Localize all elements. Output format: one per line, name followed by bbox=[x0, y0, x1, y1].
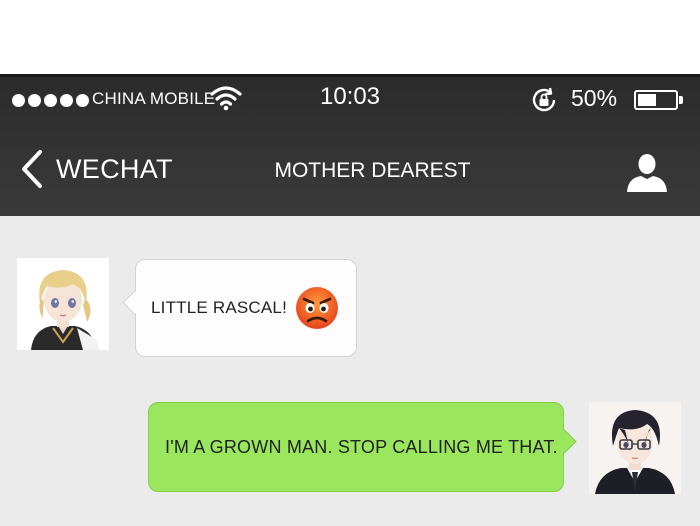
phone-screen: CHINA MOBILE 10:03 50% WECHAT MOTHER DEA… bbox=[0, 74, 700, 526]
message-text: I'M A GROWN MAN. STOP CALLING ME THAT. bbox=[165, 436, 558, 457]
battery-fill bbox=[638, 94, 656, 106]
person-icon[interactable] bbox=[626, 151, 668, 193]
rotation-lock-icon bbox=[532, 87, 556, 112]
top-margin bbox=[0, 0, 700, 74]
navigation-bar: WECHAT MOTHER DEAREST bbox=[0, 121, 700, 216]
battery-percent: 50% bbox=[571, 85, 618, 111]
battery-icon bbox=[634, 90, 678, 110]
incoming-message-bubble[interactable]: LITTLE RASCAL! bbox=[122, 259, 357, 357]
chat-title: MOTHER DEAREST bbox=[274, 159, 471, 182]
my-avatar[interactable] bbox=[589, 402, 681, 494]
contact-avatar[interactable] bbox=[17, 258, 109, 350]
angry-face-icon bbox=[296, 287, 339, 329]
outgoing-message-bubble[interactable]: I'M A GROWN MAN. STOP CALLING ME THAT. bbox=[148, 402, 577, 492]
battery-tip bbox=[679, 96, 683, 104]
chat-area[interactable]: LITTLE RASCAL! I'M A GROWN MAN. STOP CAL… bbox=[0, 216, 700, 526]
bubble-tail bbox=[122, 290, 147, 315]
status-bar: CHINA MOBILE 10:03 50% bbox=[0, 77, 700, 121]
header-bars: CHINA MOBILE 10:03 50% WECHAT MOTHER DEA… bbox=[0, 77, 700, 216]
back-button[interactable]: WECHAT bbox=[18, 147, 173, 191]
chevron-left-icon bbox=[22, 150, 42, 188]
back-label: WECHAT bbox=[56, 153, 173, 184]
message-text: LITTLE RASCAL! bbox=[151, 298, 288, 317]
